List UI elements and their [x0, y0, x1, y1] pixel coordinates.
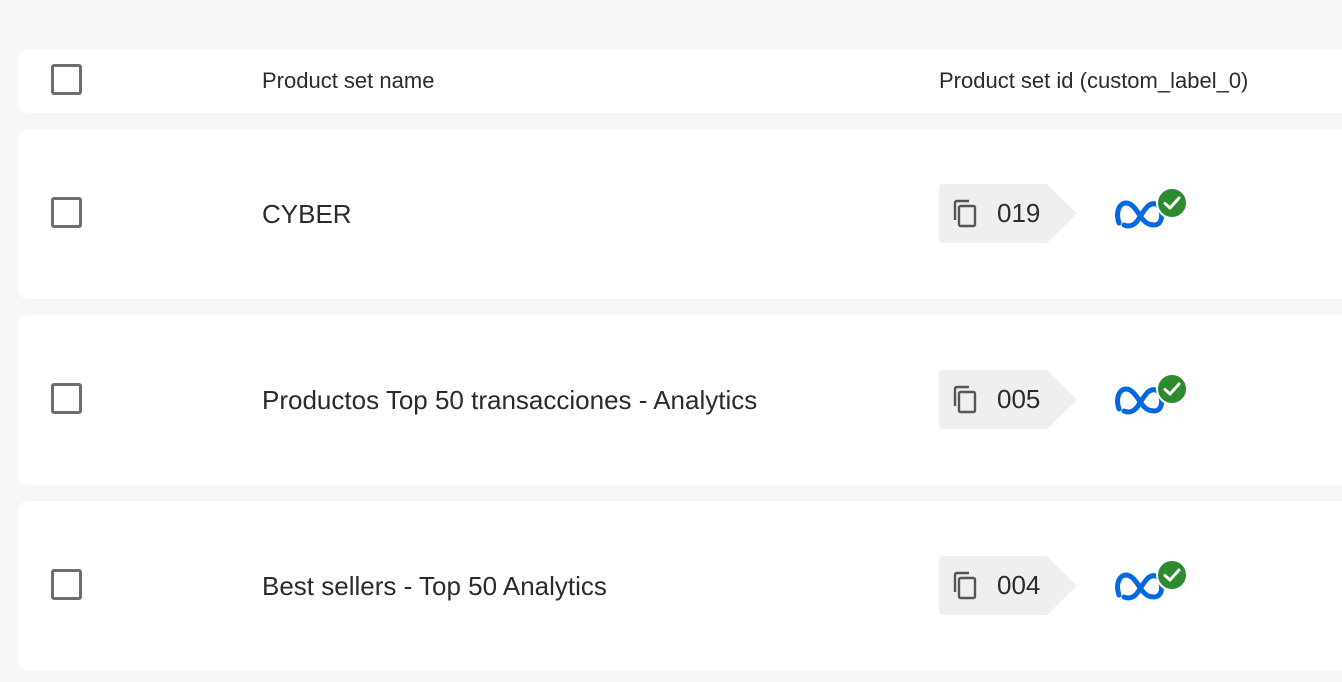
- copy-icon[interactable]: [950, 384, 980, 416]
- product-set-id-tag[interactable]: 019: [939, 184, 1077, 243]
- check-badge-icon: [1156, 373, 1188, 405]
- check-badge-icon: [1156, 559, 1188, 591]
- copy-icon[interactable]: [950, 198, 980, 230]
- row-checkbox[interactable]: [51, 569, 82, 600]
- table-row[interactable]: CYBER 019: [18, 129, 1342, 299]
- product-set-id-tag[interactable]: 005: [939, 370, 1077, 429]
- product-set-name: Best sellers - Top 50 Analytics: [262, 571, 607, 601]
- product-set-id: 004: [997, 570, 1041, 600]
- product-set-name: Productos Top 50 transacciones - Analyti…: [262, 385, 758, 415]
- table-header: Product set name Product set id (custom_…: [18, 49, 1342, 113]
- product-set-id: 019: [997, 198, 1041, 228]
- meta-verified-icon: [1114, 187, 1190, 235]
- select-all-checkbox[interactable]: [51, 64, 82, 95]
- table-row[interactable]: Best sellers - Top 50 Analytics 004: [18, 501, 1342, 671]
- column-header-name[interactable]: Product set name: [262, 68, 434, 94]
- product-set-id: 005: [997, 384, 1041, 414]
- check-badge-icon: [1156, 187, 1188, 219]
- product-set-table: Product set name Product set id (custom_…: [18, 0, 1342, 682]
- row-checkbox[interactable]: [51, 197, 82, 228]
- product-set-name: CYBER: [262, 199, 352, 229]
- row-checkbox[interactable]: [51, 383, 82, 414]
- column-header-id[interactable]: Product set id (custom_label_0): [939, 68, 1248, 94]
- product-set-id-tag[interactable]: 004: [939, 556, 1077, 615]
- copy-icon[interactable]: [950, 570, 980, 602]
- meta-verified-icon: [1114, 559, 1190, 607]
- table-row[interactable]: Productos Top 50 transacciones - Analyti…: [18, 315, 1342, 485]
- meta-verified-icon: [1114, 373, 1190, 421]
